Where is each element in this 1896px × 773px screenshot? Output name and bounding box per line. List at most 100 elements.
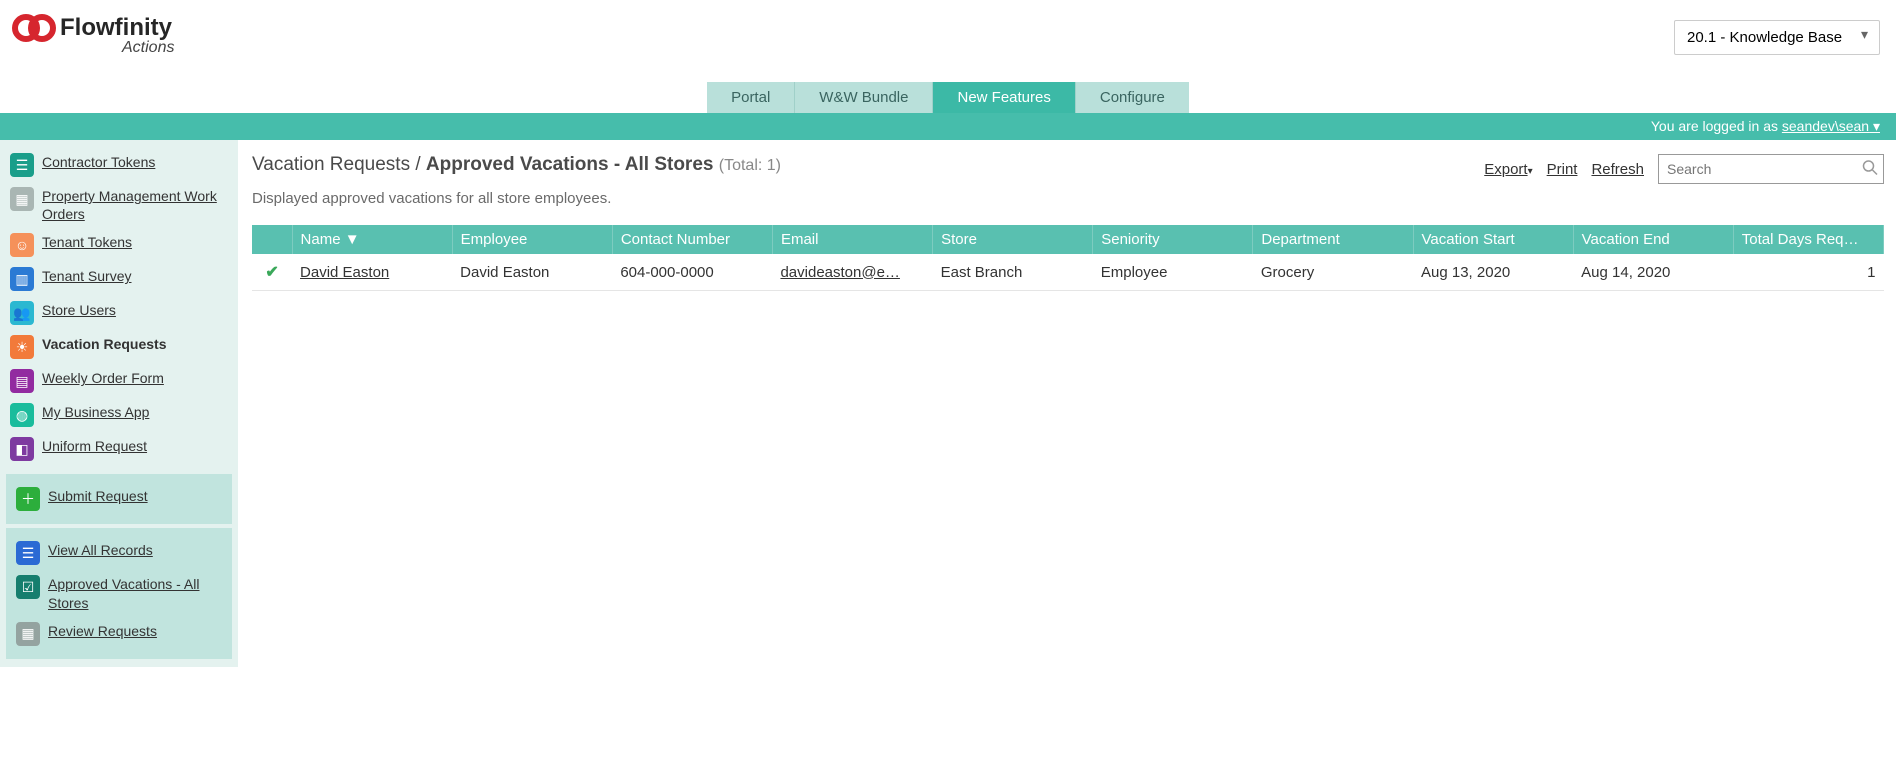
search-box <box>1658 154 1884 184</box>
sidebar-submit-section: ＋ Submit Request <box>6 474 232 524</box>
app-header: Flowfinity Actions 20.1 - Knowledge Base <box>0 0 1896 60</box>
record-link[interactable]: David Easton <box>300 264 389 281</box>
version-select-wrap: 20.1 - Knowledge Base <box>1674 8 1880 55</box>
col-check[interactable] <box>252 225 292 254</box>
main-content: ☰ Contractor Tokens ▦ Property Managemen… <box>0 140 1896 667</box>
col-contact[interactable]: Contact Number <box>612 225 772 254</box>
sidebar-item-property-management[interactable]: ▦ Property Management Work Orders <box>6 182 232 228</box>
sidebar-item-contractor-tokens[interactable]: ☰ Contractor Tokens <box>6 148 232 182</box>
sidebar-item-store-users[interactable]: 👥 Store Users <box>6 296 232 330</box>
sidebar-item-label: Submit Request <box>48 487 148 505</box>
shirt-icon: ◧ <box>10 437 34 461</box>
breadcrumb: Vacation Requests / Approved Vacations -… <box>252 154 781 176</box>
sidebar-item-label: Vacation Requests <box>42 335 167 353</box>
building-icon: ▦ <box>10 187 34 211</box>
sidebar-item-label: Tenant Survey <box>42 267 132 285</box>
form-icon: ▤ <box>10 369 34 393</box>
col-vend[interactable]: Vacation End <box>1573 225 1733 254</box>
clipboard-icon: ☰ <box>10 153 34 177</box>
sidebar-item-label: Contractor Tokens <box>42 153 155 171</box>
col-employee[interactable]: Employee <box>452 225 612 254</box>
sidebar-item-label: My Business App <box>42 403 149 421</box>
page-description: Displayed approved vacations for all sto… <box>252 190 1884 207</box>
col-name[interactable]: Name ▼ <box>292 225 452 254</box>
calendar-alt-icon: ▦ <box>16 622 40 646</box>
sidebar-item-tenant-survey[interactable]: ▥ Tenant Survey <box>6 262 232 296</box>
results-table: Name ▼ Employee Contact Number Email Sto… <box>252 225 1884 291</box>
plus-icon: ＋ <box>16 487 40 511</box>
sidebar-view-review-requests[interactable]: ▦ Review Requests <box>12 617 226 651</box>
sidebar-item-tenant-tokens[interactable]: ☺ Tenant Tokens <box>6 228 232 262</box>
page-header: Vacation Requests / Approved Vacations -… <box>252 154 1884 184</box>
col-seniority[interactable]: Seniority <box>1093 225 1253 254</box>
table-row[interactable]: ✔ David Easton David Easton 604-000-0000… <box>252 254 1884 291</box>
sidebar-item-label: Property Management Work Orders <box>42 187 228 223</box>
sidebar-view-approved-vacations[interactable]: ☑ Approved Vacations - All Stores <box>12 570 226 616</box>
sidebar-views-section: ☰ View All Records ☑ Approved Vacations … <box>6 528 232 658</box>
cell-store: East Branch <box>933 254 1093 291</box>
col-email[interactable]: Email <box>772 225 932 254</box>
sidebar-item-vacation-requests[interactable]: ☀ Vacation Requests <box>6 330 232 364</box>
cell-vstart: Aug 13, 2020 <box>1413 254 1573 291</box>
sidebar-apps: ☰ Contractor Tokens ▦ Property Managemen… <box>6 148 232 466</box>
sidebar-item-label: View All Records <box>48 541 153 559</box>
sidebar-item-label: Uniform Request <box>42 437 147 455</box>
cell-employee: David Easton <box>452 254 612 291</box>
col-store[interactable]: Store <box>933 225 1093 254</box>
cell-name[interactable]: David Easton <box>292 254 452 291</box>
cell-contact: 604-000-0000 <box>612 254 772 291</box>
breadcrumb-total: (Total: 1) <box>719 157 781 174</box>
sidebar-item-uniform-request[interactable]: ◧ Uniform Request <box>6 432 232 466</box>
check-list-icon: ☑ <box>16 575 40 599</box>
cell-approved: ✔ <box>252 254 292 291</box>
sidebar-submit-request[interactable]: ＋ Submit Request <box>12 482 226 516</box>
page-actions: Export Print Refresh <box>1484 154 1884 184</box>
user-bar-prefix: You are logged in as <box>1651 118 1782 134</box>
email-link[interactable]: davideaston@e… <box>780 264 899 281</box>
table-header-row: Name ▼ Employee Contact Number Email Sto… <box>252 225 1884 254</box>
breadcrumb-sep: / <box>415 154 426 175</box>
refresh-button[interactable]: Refresh <box>1591 161 1644 178</box>
user-bar: You are logged in as seandev\sean ▾ <box>0 113 1896 140</box>
col-department[interactable]: Department <box>1253 225 1413 254</box>
logo-subtitle: Actions <box>121 39 174 56</box>
globe-icon: ◍ <box>10 403 34 427</box>
person-icon: ☺ <box>10 233 34 257</box>
content-area: Vacation Requests / Approved Vacations -… <box>238 140 1896 667</box>
col-vstart[interactable]: Vacation Start <box>1413 225 1573 254</box>
cell-seniority: Employee <box>1093 254 1253 291</box>
print-button[interactable]: Print <box>1547 161 1578 178</box>
cell-days: 1 <box>1733 254 1883 291</box>
sidebar-item-my-business-app[interactable]: ◍ My Business App <box>6 398 232 432</box>
sidebar-item-weekly-order[interactable]: ▤ Weekly Order Form <box>6 364 232 398</box>
list-icon: ☰ <box>16 541 40 565</box>
tab-ww-bundle[interactable]: W&W Bundle <box>795 82 933 113</box>
breadcrumb-root: Vacation Requests <box>252 154 410 175</box>
sidebar: ☰ Contractor Tokens ▦ Property Managemen… <box>0 140 238 667</box>
users-icon: 👥 <box>10 301 34 325</box>
nav-tabs: Portal W&W Bundle New Features Configure <box>0 82 1896 113</box>
sidebar-view-all-records[interactable]: ☰ View All Records <box>12 536 226 570</box>
check-icon: ✔ <box>265 264 278 281</box>
sidebar-item-label: Weekly Order Form <box>42 369 164 387</box>
sidebar-item-label: Review Requests <box>48 622 157 640</box>
tab-portal[interactable]: Portal <box>707 82 795 113</box>
breadcrumb-current: Approved Vacations - All Stores <box>426 154 714 175</box>
logo-text: Flowfinity <box>60 14 173 41</box>
tab-configure[interactable]: Configure <box>1076 82 1189 113</box>
cell-vend: Aug 14, 2020 <box>1573 254 1733 291</box>
sidebar-item-label: Tenant Tokens <box>42 233 132 251</box>
sidebar-item-label: Approved Vacations - All Stores <box>48 575 222 611</box>
col-days[interactable]: Total Days Req… <box>1733 225 1883 254</box>
calendar-icon: ☀ <box>10 335 34 359</box>
flowfinity-logo-icon: Flowfinity Actions <box>12 8 190 58</box>
search-input[interactable] <box>1658 154 1884 184</box>
cell-email[interactable]: davideaston@e… <box>772 254 932 291</box>
tab-new-features[interactable]: New Features <box>933 82 1075 113</box>
user-link[interactable]: seandev\sean ▾ <box>1782 118 1880 134</box>
search-icon[interactable] <box>1862 160 1878 179</box>
version-select[interactable]: 20.1 - Knowledge Base <box>1674 20 1880 55</box>
logo: Flowfinity Actions <box>12 8 190 58</box>
chart-icon: ▥ <box>10 267 34 291</box>
export-button[interactable]: Export <box>1484 161 1532 178</box>
